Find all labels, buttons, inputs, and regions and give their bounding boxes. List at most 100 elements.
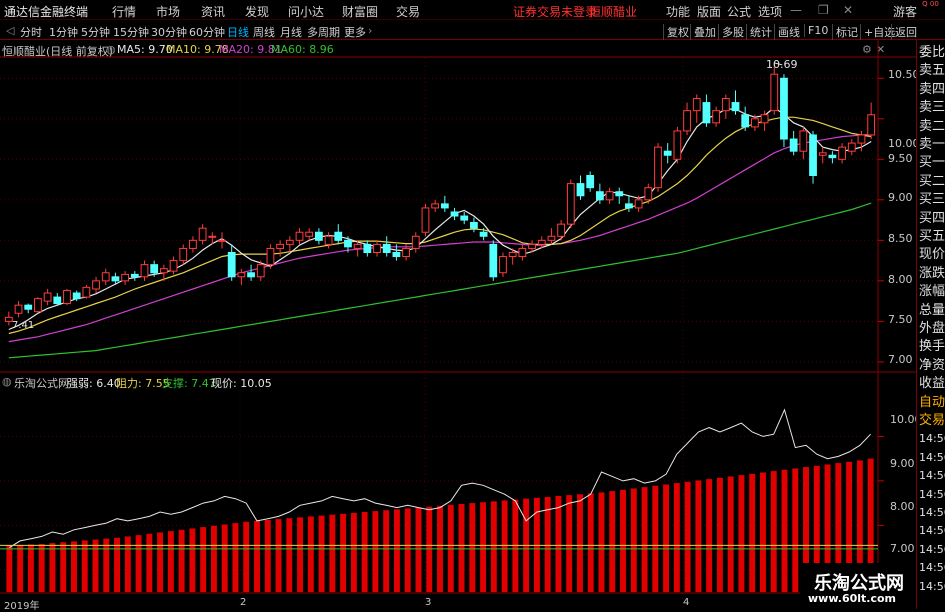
minimize-icon[interactable]: — bbox=[790, 3, 802, 17]
y-tick-9-00: 9.00 bbox=[888, 191, 913, 204]
quote-side-panel: 委比 卖五 卖四 卖三 卖二 卖一 买一 买二 买三 买四 买五 现价 涨跌 涨幅 总量 外盘 换手 净资 收益 自动… bbox=[916, 40, 945, 609]
menu-xuanxiang[interactable]: 选项 bbox=[758, 3, 782, 20]
chevron-right-icon[interactable]: › bbox=[368, 24, 372, 37]
candle-body-32 bbox=[314, 231, 323, 241]
sub-bar-23 bbox=[254, 520, 260, 592]
period-tab-bar: ◁ 分时 1分钟 5分钟 15分钟 30分钟 60分钟 日线 周线 月线 多周期… bbox=[0, 21, 945, 40]
sub-bar-50 bbox=[544, 496, 551, 592]
sub-bar-55 bbox=[598, 492, 605, 592]
sub-bar-14 bbox=[157, 532, 164, 592]
chart-title[interactable]: 恒顺醋业(日线 前复权) bbox=[2, 43, 113, 59]
candle-body-78 bbox=[760, 114, 769, 124]
candle-body-55 bbox=[537, 239, 546, 245]
restore-icon[interactable]: ❐ bbox=[818, 3, 829, 17]
close-panel-icon[interactable]: ✕ bbox=[876, 43, 885, 56]
sub-bar-8 bbox=[92, 539, 99, 592]
side-panel-label-7: 买二 bbox=[919, 173, 945, 189]
trade-login-warning[interactable]: 证券交易未登录 bbox=[513, 3, 597, 20]
tab-multi-period[interactable]: 多周期 bbox=[307, 24, 340, 40]
close-icon[interactable]: ✕ bbox=[843, 3, 853, 17]
sub-bar-22 bbox=[243, 521, 250, 592]
tab-5min[interactable]: 5分钟 bbox=[81, 24, 110, 40]
candle-body-27 bbox=[266, 247, 275, 266]
btn-f10[interactable]: F10 bbox=[804, 24, 828, 37]
side-panel-label-10: 买五 bbox=[919, 229, 945, 244]
btn-add-watchlist[interactable]: +自选 bbox=[860, 24, 895, 40]
indicator-title[interactable]: 乐淘公式网 bbox=[14, 375, 69, 391]
menu-jiaoyi[interactable]: 交易 bbox=[396, 3, 420, 20]
menu-wenxiaoda[interactable]: 问小达 bbox=[288, 3, 324, 20]
tab-1min[interactable]: 1分钟 bbox=[49, 24, 78, 40]
btn-back[interactable]: 返回 bbox=[891, 24, 917, 40]
tab-weekly[interactable]: 周线 bbox=[253, 24, 275, 40]
candle-body-1 bbox=[14, 304, 23, 314]
gear-icon[interactable]: ⚙ bbox=[862, 43, 872, 56]
settings-icon[interactable]: ◍ bbox=[106, 43, 116, 56]
candle-body-46 bbox=[450, 211, 459, 217]
tab-30min[interactable]: 30分钟 bbox=[151, 24, 187, 40]
candle-body-74 bbox=[721, 98, 730, 112]
ma20-line bbox=[8, 133, 872, 343]
candle-body-51 bbox=[499, 256, 507, 274]
tab-15min[interactable]: 15分钟 bbox=[113, 24, 149, 40]
menu-zixun[interactable]: 资讯 bbox=[201, 3, 225, 20]
tab-fenshi[interactable]: 分时 bbox=[20, 24, 42, 40]
candle-body-71 bbox=[692, 98, 701, 112]
candle-body-2 bbox=[24, 304, 33, 310]
candle-body-86 bbox=[838, 146, 846, 160]
btn-tongji[interactable]: 统计 bbox=[746, 24, 772, 40]
candle-body-89 bbox=[867, 114, 876, 136]
candle-body-80 bbox=[780, 77, 788, 140]
tab-60min[interactable]: 60分钟 bbox=[189, 24, 225, 40]
chart-area[interactable] bbox=[0, 0, 945, 609]
indicator-menu-icon[interactable]: ◍ bbox=[2, 375, 12, 388]
candle-body-44 bbox=[431, 203, 440, 209]
side-panel-label-14: 总量 bbox=[919, 302, 945, 318]
candle-body-57 bbox=[557, 223, 566, 237]
btn-duogu[interactable]: 多股 bbox=[718, 24, 744, 40]
candle-body-58 bbox=[566, 183, 575, 225]
btn-diejia[interactable]: 叠加 bbox=[690, 24, 716, 40]
sub-bar-65 bbox=[706, 479, 713, 592]
low-annotation: 7.41 bbox=[12, 320, 35, 331]
tab-daily[interactable]: 日线 bbox=[227, 24, 249, 40]
side-panel-label-23: 14:56 bbox=[919, 469, 945, 483]
menu-hangqing[interactable]: 行情 bbox=[112, 3, 136, 20]
menu-banmian[interactable]: 版面 bbox=[697, 3, 721, 20]
menu-faxian[interactable]: 发现 bbox=[245, 3, 269, 20]
tab-monthly[interactable]: 月线 bbox=[280, 24, 302, 40]
btn-huaxian[interactable]: 画线 bbox=[774, 24, 800, 40]
sub-bar-44 bbox=[480, 502, 487, 592]
candle-body-13 bbox=[130, 273, 139, 278]
watermark-url: www.60lt.com bbox=[808, 592, 897, 605]
side-panel-label-24: 14:56 bbox=[919, 487, 945, 501]
side-panel-label-20[interactable]: 交易 bbox=[919, 412, 945, 429]
guest-label[interactable]: 游客 bbox=[893, 3, 917, 20]
ma60-label: MA60: 8.96 bbox=[271, 43, 334, 56]
collapse-icon[interactable]: ◁ bbox=[6, 24, 14, 37]
candle-body-67 bbox=[654, 146, 662, 189]
side-panel-label-18: 收益 bbox=[919, 376, 945, 392]
tab-more[interactable]: 更多 bbox=[344, 24, 366, 40]
menu-caifuquan[interactable]: 财富圈 bbox=[342, 3, 378, 20]
menu-gongshi[interactable]: 公式 bbox=[727, 3, 751, 20]
menu-shichang[interactable]: 市场 bbox=[156, 3, 180, 20]
menu-gongneng[interactable]: 功能 bbox=[666, 3, 690, 20]
sub-bar-29 bbox=[318, 515, 325, 592]
candle-body-41 bbox=[402, 247, 410, 258]
candle-body-10 bbox=[101, 272, 110, 282]
btn-fuquan[interactable]: 复权 bbox=[663, 24, 689, 40]
ma5-label: MA5: 9.70 bbox=[117, 43, 173, 56]
sub-bar-33 bbox=[361, 512, 368, 592]
candle-body-23 bbox=[227, 251, 236, 278]
time-tick-feb: 2 bbox=[240, 597, 247, 608]
sub-bar-70 bbox=[760, 472, 766, 592]
candle-body-84 bbox=[818, 152, 827, 156]
side-panel-label-8: 买三 bbox=[919, 192, 945, 208]
sub-bar-3 bbox=[38, 544, 45, 592]
candle-body-38 bbox=[373, 243, 381, 253]
btn-biaoji[interactable]: 标记 bbox=[832, 24, 858, 40]
side-panel-label-19[interactable]: 自动 bbox=[919, 394, 945, 411]
candle-body-61 bbox=[595, 191, 604, 201]
candle-body-15 bbox=[150, 264, 159, 274]
